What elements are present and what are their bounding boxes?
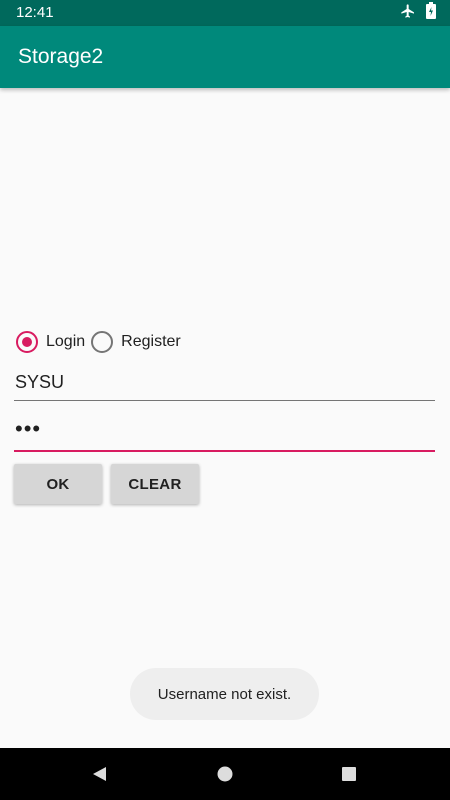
username-value[interactable]: SYSU — [15, 372, 64, 393]
app-title: Storage2 — [18, 45, 104, 68]
radio-register-indicator[interactable] — [91, 331, 114, 353]
toast-message: Username not exist. — [130, 668, 319, 720]
recents-icon[interactable] — [319, 748, 379, 800]
username-field[interactable]: SYSU — [14, 370, 435, 401]
app-bar: Storage2 — [0, 26, 450, 88]
mode-radio-group: Login Register — [16, 331, 187, 353]
status-time: 12:41 — [16, 4, 54, 21]
password-value[interactable]: ••• — [15, 416, 41, 442]
clear-button[interactable]: CLEAR — [111, 464, 199, 504]
ok-button[interactable]: OK — [14, 464, 102, 504]
radio-register[interactable]: Register — [91, 331, 181, 353]
airplane-icon — [400, 3, 416, 24]
radio-login[interactable]: Login — [16, 331, 85, 353]
radio-register-label[interactable]: Register — [121, 333, 181, 351]
status-icons — [400, 2, 436, 24]
battery-icon — [426, 2, 436, 24]
home-icon[interactable] — [195, 748, 255, 800]
radio-login-label[interactable]: Login — [46, 333, 85, 351]
radio-login-indicator[interactable] — [16, 331, 38, 353]
status-bar: 12:41 — [0, 0, 450, 26]
password-field[interactable]: ••• — [14, 416, 435, 452]
back-icon[interactable] — [69, 748, 129, 800]
navigation-bar — [0, 748, 450, 800]
